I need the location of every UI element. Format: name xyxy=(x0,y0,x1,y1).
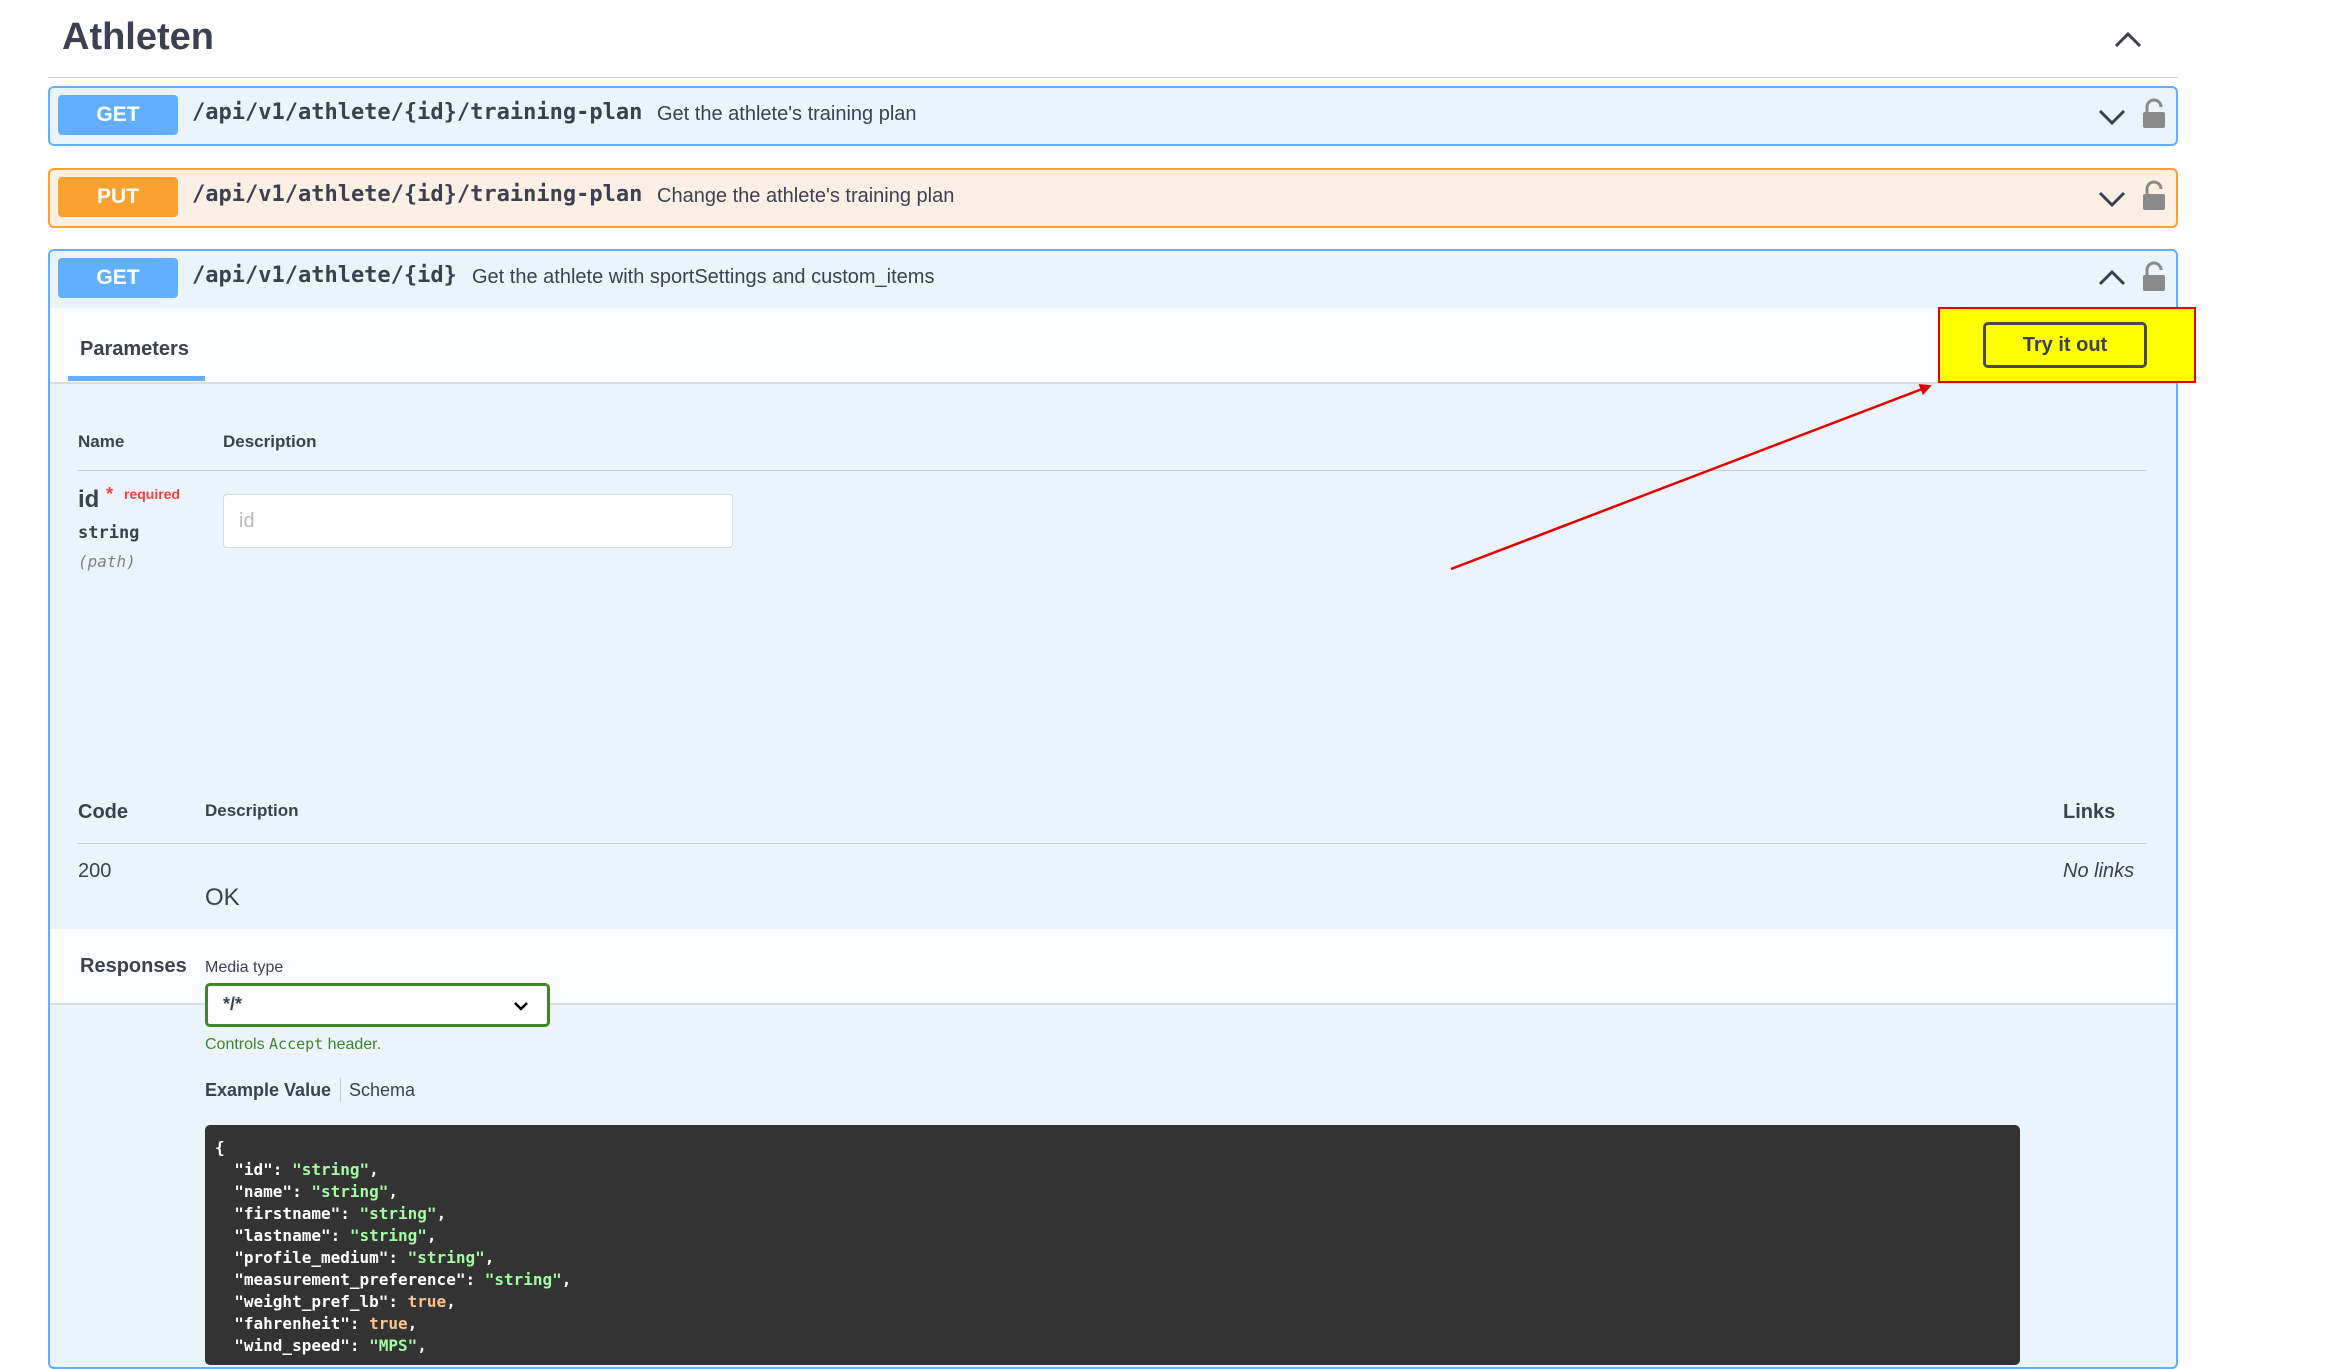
tab-schema[interactable]: Schema xyxy=(349,1080,415,1101)
code-value: "MPS" xyxy=(369,1336,418,1355)
code-value: "string" xyxy=(359,1204,437,1223)
code-line: "wind_speed": "MPS", xyxy=(234,1336,427,1355)
response-code: 200 xyxy=(78,860,112,882)
controls-accept-code: Accept xyxy=(269,1035,324,1053)
code-line: "lastname": "string", xyxy=(234,1226,437,1245)
code-line: "name": "string", xyxy=(234,1182,399,1201)
code-key: "lastname" xyxy=(234,1226,331,1245)
code-line: "profile_medium": "string", xyxy=(234,1248,495,1267)
opblock-summary[interactable]: PUT /api/v1/athlete/{id}/training-plan C… xyxy=(50,170,2176,226)
try-it-out-button[interactable]: Try it out xyxy=(1983,322,2147,368)
code-key: "weight_pref_lb" xyxy=(234,1292,389,1311)
code-value: "string" xyxy=(484,1270,562,1289)
code-value: "string" xyxy=(349,1226,427,1245)
code-line: "weight_pref_lb": true, xyxy=(234,1292,456,1311)
param-name: id xyxy=(78,486,100,513)
operation-summary: Get the athlete with sportSettings and c… xyxy=(472,266,935,288)
code-key: "measurement_preference" xyxy=(234,1270,466,1289)
media-type-label: Media type xyxy=(205,959,284,976)
operation-summary: Change the athlete's training plan xyxy=(657,185,955,207)
required-star: * xyxy=(106,484,114,504)
controls-prefix: Controls xyxy=(205,1036,265,1053)
opblock-summary[interactable]: GET /api/v1/athlete/{id}/training-plan G… xyxy=(50,88,2176,144)
tab-parameters[interactable]: Parameters xyxy=(80,338,189,361)
resp-col-description: Description xyxy=(205,801,299,820)
code-line: "firstname": "string", xyxy=(234,1204,447,1223)
code-value: true xyxy=(369,1314,408,1333)
chevron-down-icon[interactable] xyxy=(2096,182,2128,214)
resp-col-links: Links xyxy=(2063,801,2116,823)
response-description: OK xyxy=(205,884,240,911)
id-input[interactable] xyxy=(223,494,733,548)
chevron-down-icon[interactable] xyxy=(2096,100,2128,132)
tab-example-value[interactable]: Example Value xyxy=(205,1080,331,1101)
method-badge: GET xyxy=(58,95,178,135)
section-title[interactable]: Athleten xyxy=(62,16,214,59)
code-line: "measurement_preference": "string", xyxy=(234,1270,572,1289)
code-value: true xyxy=(407,1292,447,1311)
operation-path: /api/v1/athlete/{id}/training-plan xyxy=(192,100,643,125)
section-divider xyxy=(48,77,2178,78)
media-type-select[interactable]: */* xyxy=(205,983,550,1027)
code-open-brace: { xyxy=(215,1138,225,1157)
resp-col-code: Code xyxy=(78,801,128,823)
chevron-down-icon xyxy=(514,1002,528,1011)
lock-icon[interactable] xyxy=(2140,180,2168,212)
operation-path: /api/v1/athlete/{id}/training-plan xyxy=(192,182,643,207)
param-location: (path) xyxy=(78,552,136,571)
resp-header-divider xyxy=(78,843,2146,844)
opblock-put-training-plan: PUT /api/v1/athlete/{id}/training-plan C… xyxy=(48,168,2178,228)
code-key: "wind_speed" xyxy=(234,1336,350,1355)
lock-icon[interactable] xyxy=(2140,98,2168,130)
param-header-divider xyxy=(78,470,2146,471)
code-value: "string" xyxy=(407,1248,485,1267)
param-col-name: Name xyxy=(78,432,125,451)
tab-active-indicator xyxy=(68,376,205,381)
responses-title: Responses xyxy=(80,955,187,977)
code-key: "name" xyxy=(234,1182,293,1201)
code-key: "fahrenheit" xyxy=(234,1314,350,1333)
code-value: "string" xyxy=(292,1160,370,1179)
opblock-summary[interactable]: GET /api/v1/athlete/{id} Get the athlete… xyxy=(50,251,2176,307)
example-value-code[interactable]: { "id": "string", "name": "string", "fir… xyxy=(205,1125,2020,1365)
media-type-value: */* xyxy=(223,994,243,1014)
param-col-description: Description xyxy=(223,432,317,451)
code-line: "fahrenheit": true, xyxy=(234,1314,418,1333)
controls-accept-note: Controls Accept header. xyxy=(205,1035,381,1054)
chevron-up-icon[interactable] xyxy=(2110,22,2146,58)
method-badge: PUT xyxy=(58,177,178,217)
opblock-get-training-plan: GET /api/v1/athlete/{id}/training-plan G… xyxy=(48,86,2178,146)
method-badge: GET xyxy=(58,258,178,298)
operation-path: /api/v1/athlete/{id} xyxy=(192,263,457,288)
code-key: "profile_medium" xyxy=(234,1248,389,1267)
required-label: required xyxy=(124,486,181,502)
parameters-tab-bar: Parameters xyxy=(50,308,2176,384)
code-key: "id" xyxy=(234,1160,273,1179)
lock-icon[interactable] xyxy=(2140,261,2168,293)
code-value: "string" xyxy=(311,1182,389,1201)
code-line: "id": "string", xyxy=(234,1160,379,1179)
chevron-up-icon[interactable] xyxy=(2096,263,2128,295)
controls-suffix: header. xyxy=(327,1036,382,1053)
tab-separator xyxy=(340,1078,341,1102)
operation-summary: Get the athlete's training plan xyxy=(657,103,917,125)
code-key: "firstname" xyxy=(234,1204,341,1223)
param-type: string xyxy=(78,523,140,543)
response-links: No links xyxy=(2063,860,2135,882)
